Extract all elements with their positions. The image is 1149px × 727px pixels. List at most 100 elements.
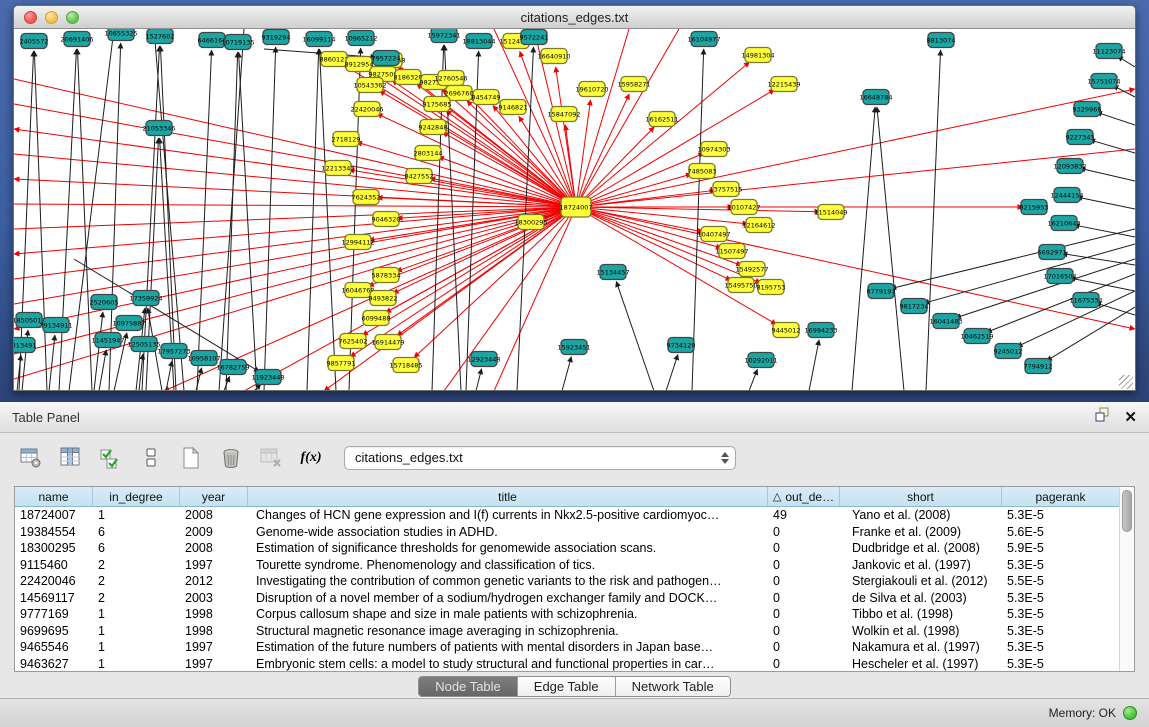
graph-node[interactable]: 16041483	[929, 314, 962, 329]
graph-node[interactable]: 16099114	[302, 32, 335, 47]
graph-node[interactable]: 15751074	[1087, 74, 1120, 89]
graph-node[interactable]: 11451947	[91, 333, 124, 348]
graph-node[interactable]: 19610720	[575, 82, 608, 97]
graph-node[interactable]: 17016504	[1043, 269, 1076, 284]
column-header-out_de[interactable]: △out_de…	[768, 487, 840, 506]
table-scrollbar[interactable]	[1119, 487, 1134, 671]
table-cell[interactable]: 9115460	[15, 558, 93, 572]
graph-node[interactable]: 12093832	[1053, 159, 1086, 174]
table-cell[interactable]: Estimation of the future numbers of pati…	[248, 640, 768, 654]
zoom-window-button[interactable]	[66, 11, 79, 24]
table-cell[interactable]: 1997	[180, 657, 248, 671]
graph-node[interactable]: 5878334	[372, 268, 401, 283]
graph-node[interactable]: 9245012	[994, 344, 1023, 359]
function-builder-icon[interactable]: f(x)	[298, 445, 324, 471]
graph-node[interactable]: 9329966	[1073, 102, 1102, 117]
table-cell[interactable]: 5.9E-5	[1002, 541, 1119, 555]
table-cell[interactable]: 1	[93, 640, 180, 654]
graph-node[interactable]: 7625402	[339, 334, 368, 349]
graph-node[interactable]: 10974303	[697, 142, 730, 157]
graph-node[interactable]: 11923448	[251, 370, 284, 385]
minimize-window-button[interactable]	[45, 11, 58, 24]
table-cell[interactable]: Structural magnetic resonance image aver…	[248, 624, 768, 638]
table-cell[interactable]: 5.6E-5	[1002, 525, 1119, 539]
table-cell[interactable]: 2008	[180, 541, 248, 555]
graph-node[interactable]: 8215953	[1020, 200, 1049, 215]
close-panel-icon[interactable]: ✕	[1124, 410, 1137, 425]
graph-node[interactable]: 8186328	[394, 70, 423, 85]
memory-ok-indicator[interactable]	[1123, 706, 1137, 720]
table-cell[interactable]: Genome-wide association studies in ADHD.	[248, 525, 768, 539]
graph-node[interactable]: 8912954	[345, 57, 374, 72]
table-cell[interactable]: 2012	[180, 574, 248, 588]
column-header-pagerank[interactable]: pagerank	[1002, 487, 1119, 506]
table-cell[interactable]: Nakamura et al. (1997)	[840, 640, 1002, 654]
table-cell[interactable]: 1997	[180, 640, 248, 654]
graph-node[interactable]: 16914479	[371, 335, 404, 350]
graph-node[interactable]: 12213343	[321, 161, 354, 176]
table-cell[interactable]: 0	[768, 657, 840, 671]
delete-columns-icon[interactable]	[218, 445, 244, 471]
table-cell[interactable]: 5.3E-5	[1002, 657, 1119, 671]
graph-node[interactable]: 9445012	[772, 323, 801, 338]
graph-node[interactable]: 15972341	[427, 29, 460, 43]
column-header-name[interactable]: name	[15, 487, 93, 506]
graph-node[interactable]: 15492577	[735, 262, 768, 277]
graph-node[interactable]: 9175685	[423, 97, 452, 112]
graph-node[interactable]: 20691406	[60, 32, 93, 47]
table-cell[interactable]: Stergiakouli et al. (2012)	[840, 574, 1002, 588]
table-cell[interactable]: 2	[93, 574, 180, 588]
graph-node[interactable]: 17957273	[157, 344, 190, 359]
column-header-in_degree[interactable]: in_degree	[93, 487, 180, 506]
graph-node[interactable]: 16640910	[537, 49, 570, 64]
table-cell[interactable]: de Silva et al. (2003)	[840, 591, 1002, 605]
clear-selection-icon[interactable]	[138, 445, 164, 471]
table-row[interactable]: 969969511998Structural magnetic resonanc…	[15, 623, 1119, 640]
table-cell[interactable]: 18724007	[15, 508, 93, 522]
table-cell[interactable]: Tourette syndrome. Phenomenology and cla…	[248, 558, 768, 572]
tab-network-table[interactable]: Network Table	[616, 677, 730, 696]
table-cell[interactable]: Jankovic et al. (1997)	[840, 558, 1002, 572]
table-cell[interactable]: Investigating the contribution of common…	[248, 574, 768, 588]
graph-node[interactable]: 15923451	[557, 340, 590, 355]
graph-node[interactable]: 21053346	[142, 121, 175, 136]
graph-node[interactable]: 5692971	[1038, 245, 1067, 260]
show-columns-icon[interactable]	[58, 445, 84, 471]
network-view-window[interactable]: citations_edges.txt 88601238912954182260…	[13, 5, 1136, 391]
graph-node[interactable]: 9572241	[520, 30, 549, 45]
graph-node[interactable]: 2405572	[20, 34, 49, 49]
graph-node[interactable]: 22420046	[350, 102, 383, 117]
graph-node[interactable]: 9319294	[262, 30, 291, 45]
table-cell[interactable]: 1	[93, 657, 180, 671]
graph-node[interactable]: 9046320	[372, 212, 401, 227]
window-resize-grip[interactable]	[1119, 375, 1133, 389]
float-panel-icon[interactable]	[1095, 407, 1110, 427]
table-cell[interactable]: 2	[93, 558, 180, 572]
graph-node[interactable]: 16104977	[687, 32, 720, 47]
graph-node[interactable]: 15495750	[724, 278, 757, 293]
table-cell[interactable]: 9465546	[15, 640, 93, 654]
table-cell[interactable]: 1998	[180, 607, 248, 621]
graph-node[interactable]: 15134457	[596, 265, 629, 280]
graph-node[interactable]: 15847092	[547, 107, 580, 122]
graph-node[interactable]: 6099488	[362, 311, 391, 326]
table-cell[interactable]: 5.3E-5	[1002, 624, 1119, 638]
graph-node[interactable]: 16782759	[216, 360, 249, 375]
graph-node[interactable]: 11123074	[1092, 44, 1125, 59]
graph-node[interactable]: 39134911	[39, 318, 72, 333]
table-row[interactable]: 1830029562008Estimation of significance …	[15, 540, 1119, 557]
column-header-short[interactable]: short	[840, 487, 1002, 506]
graph-node[interactable]: 9734120	[667, 338, 696, 353]
table-cell[interactable]: Wolkin et al. (1998)	[840, 624, 1002, 638]
graph-node[interactable]: 16162511	[645, 112, 678, 127]
graph-node[interactable]: 12923448	[467, 352, 500, 367]
table-row[interactable]: 911546021997Tourette syndrome. Phenomeno…	[15, 557, 1119, 574]
table-cell[interactable]: Franke et al. (2009)	[840, 525, 1002, 539]
table-cell[interactable]: 0	[768, 541, 840, 555]
table-cell[interactable]: 2009	[180, 525, 248, 539]
table-cell[interactable]: 9777169	[15, 607, 93, 621]
table-cell[interactable]: 1	[93, 508, 180, 522]
table-row[interactable]: 946554611997Estimation of the future num…	[15, 639, 1119, 656]
table-cell[interactable]: 6	[93, 541, 180, 555]
graph-node[interactable]: 9227343	[1066, 130, 1095, 145]
